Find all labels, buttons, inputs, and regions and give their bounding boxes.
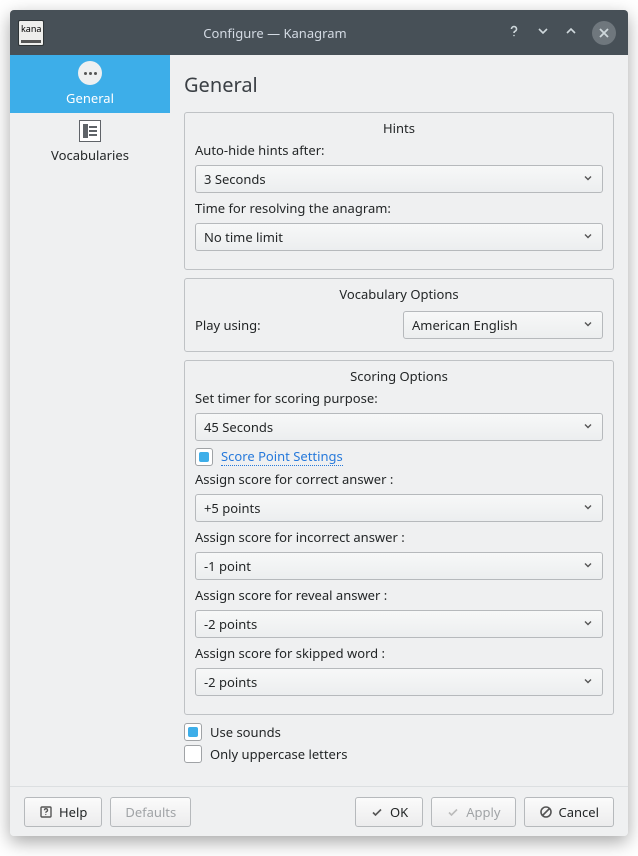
combo-scoring-timer[interactable]: 45 Seconds — [195, 413, 603, 441]
checkbox-label: Only uppercase letters — [210, 745, 348, 763]
chevron-down-icon — [582, 673, 594, 691]
sidebar-item-label: General — [66, 89, 114, 107]
chevron-down-icon — [582, 228, 594, 246]
chevron-down-icon — [582, 418, 594, 436]
group-vocabulary: Vocabulary Options Play using: American … — [184, 278, 614, 352]
chevron-down-icon[interactable] — [536, 24, 550, 42]
defaults-button[interactable]: Defaults — [110, 797, 191, 827]
button-label: Help — [59, 803, 87, 821]
sidebar-item-general[interactable]: General — [10, 55, 170, 113]
combo-correct-score[interactable]: +5 points — [195, 494, 603, 522]
button-label: OK — [390, 803, 408, 821]
checkbox-icon — [195, 448, 213, 466]
checkbox-uppercase[interactable]: Only uppercase letters — [184, 745, 614, 763]
window-title: Configure — Kanagram — [44, 24, 506, 42]
chevron-up-icon[interactable] — [564, 24, 578, 42]
group-hints: Hints Auto-hide hints after: 3 Seconds T… — [184, 112, 614, 270]
checkbox-score-point-settings[interactable]: Score Point Settings — [195, 447, 603, 466]
checkbox-icon — [184, 745, 202, 763]
configure-dialog: kana Configure — Kanagram — [10, 10, 628, 836]
label-reveal-score: Assign score for reveal answer : — [195, 586, 603, 604]
button-label: Cancel — [559, 803, 599, 821]
checkbox-use-sounds[interactable]: Use sounds — [184, 723, 614, 741]
chevron-down-icon — [582, 170, 594, 188]
button-label: Apply — [466, 803, 500, 821]
checkbox-icon — [184, 723, 202, 741]
help-button[interactable]: Help — [24, 797, 102, 827]
combo-value: 3 Seconds — [204, 170, 266, 188]
sidebar-item-vocabularies[interactable]: Vocabularies — [10, 113, 170, 171]
label-scoring-timer: Set timer for scoring purpose: — [195, 389, 603, 407]
group-legend: Vocabulary Options — [185, 285, 613, 303]
label-skipped-score: Assign score for skipped word : — [195, 644, 603, 662]
chevron-down-icon — [582, 499, 594, 517]
label-autohide: Auto-hide hints after: — [195, 141, 603, 159]
chevron-down-icon — [582, 557, 594, 575]
checkbox-label: Score Point Settings — [221, 447, 343, 466]
group-scoring: Scoring Options Set timer for scoring pu… — [184, 360, 614, 715]
combo-value: -2 points — [204, 673, 257, 691]
label-play-using: Play using: — [195, 316, 261, 334]
combo-value: No time limit — [204, 228, 283, 246]
group-legend: Scoring Options — [185, 367, 613, 385]
combo-value: 45 Seconds — [204, 418, 273, 436]
combo-value: -2 points — [204, 615, 257, 633]
chevron-down-icon — [582, 615, 594, 633]
chevron-down-icon — [582, 316, 594, 334]
dialog-footer: Help Defaults OK Apply Cancel — [10, 786, 628, 836]
app-icon: kana — [18, 20, 44, 46]
combo-value: American English — [412, 316, 518, 334]
combo-resolve-time[interactable]: No time limit — [195, 223, 603, 251]
cancel-button[interactable]: Cancel — [524, 797, 614, 827]
more-icon — [78, 61, 102, 85]
apply-button[interactable]: Apply — [431, 797, 515, 827]
page-title: General — [184, 71, 614, 98]
combo-reveal-score[interactable]: -2 points — [195, 610, 603, 638]
label-correct-score: Assign score for correct answer : — [195, 470, 603, 488]
sidebar-item-label: Vocabularies — [51, 146, 129, 164]
checkbox-label: Use sounds — [210, 723, 281, 741]
combo-autohide[interactable]: 3 Seconds — [195, 165, 603, 193]
label-resolve-time: Time for resolving the anagram: — [195, 199, 603, 217]
close-button[interactable] — [592, 21, 616, 45]
combo-incorrect-score[interactable]: -1 point — [195, 552, 603, 580]
main-panel: General Hints Auto-hide hints after: 3 S… — [170, 55, 628, 786]
sidebar: General Vocabularies — [10, 55, 170, 786]
titlebar[interactable]: kana Configure — Kanagram — [10, 10, 628, 55]
combo-value: +5 points — [204, 499, 260, 517]
button-label: Defaults — [125, 803, 176, 821]
combo-language[interactable]: American English — [403, 311, 603, 339]
ok-button[interactable]: OK — [355, 797, 423, 827]
group-legend: Hints — [185, 119, 613, 137]
combo-skipped-score[interactable]: -2 points — [195, 668, 603, 696]
combo-value: -1 point — [204, 557, 251, 575]
help-icon[interactable] — [506, 23, 522, 43]
vocabulary-icon — [79, 120, 101, 142]
label-incorrect-score: Assign score for incorrect answer : — [195, 528, 603, 546]
